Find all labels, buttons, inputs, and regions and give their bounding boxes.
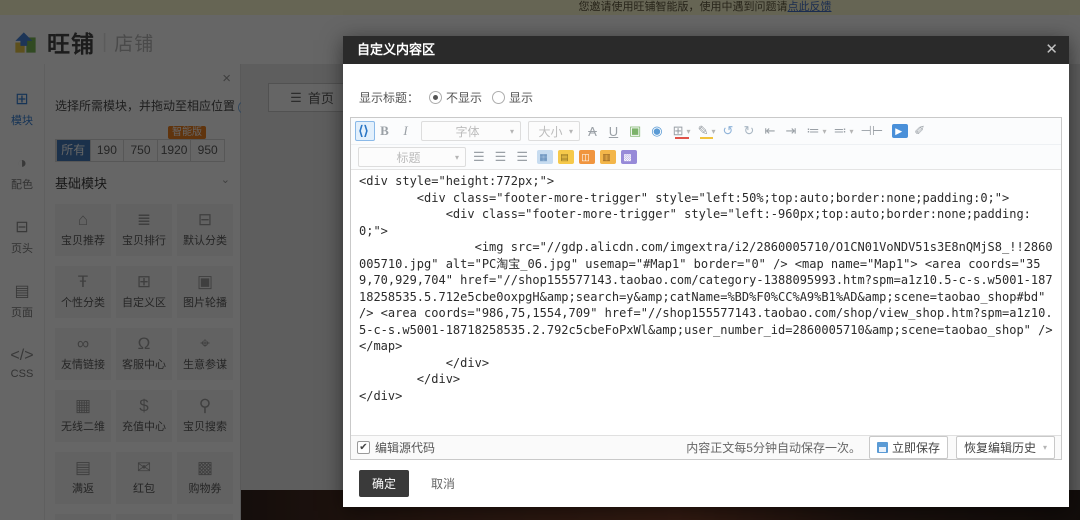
horizontal-rule-button[interactable]: ⊣⊢: [858, 121, 890, 141]
insert-table-button[interactable]: ▦: [536, 150, 553, 164]
redo-button[interactable]: ↻: [740, 121, 760, 141]
editor-footer: ✔ 编辑源代码 内容正文每5分钟自动保存一次。 立即保存 恢复编辑历史 ▾: [351, 435, 1061, 459]
text-color-button[interactable]: ⊞ ▾: [670, 121, 694, 141]
show-title-row: 显示标题： 不显示 显示: [359, 89, 533, 106]
indent-button[interactable]: ⇥: [782, 121, 802, 141]
close-icon[interactable]: ✕: [1045, 36, 1058, 64]
bullet-list-button[interactable]: ≔ ▾: [803, 121, 829, 141]
align-right-button[interactable]: ☰: [513, 147, 534, 167]
numbered-list-button[interactable]: ≕ ▾: [831, 121, 857, 141]
rich-text-editor: ⟨⟩ B I 字体 ▾ 大小 ▾ A U ▣ ◉ ⊞ ▾ ✎ ▾ ↺ ↻ ⇤ ⇥…: [350, 117, 1062, 460]
ok-button[interactable]: 确定: [359, 470, 410, 497]
source-code-button[interactable]: ⟨⟩: [355, 121, 375, 141]
floppy-disk-icon: [876, 442, 888, 453]
font-family-select[interactable]: 字体 ▾: [421, 121, 521, 141]
underline-button[interactable]: U: [605, 121, 625, 141]
custom-module-button-2[interactable]: ◫: [578, 150, 595, 164]
radio-hide-title[interactable]: [429, 91, 443, 104]
font-size-select[interactable]: 大小 ▾: [528, 121, 580, 141]
outdent-button[interactable]: ⇤: [761, 121, 781, 141]
insert-link-button[interactable]: ◉: [648, 121, 668, 141]
insert-image-button[interactable]: ▣: [626, 121, 647, 141]
highlight-color-button[interactable]: ✎ ▾: [695, 121, 719, 141]
restore-history-button[interactable]: 恢复编辑历史 ▾: [955, 436, 1055, 459]
custom-module-button-3[interactable]: ▥: [599, 150, 616, 164]
radio-hide-label: 不显示: [446, 91, 483, 105]
custom-module-button-1[interactable]: ▤: [557, 150, 574, 164]
editor-toolbar-row-2: 标题 ▾ ☰ ☰ ☰ ▦ ▤ ◫ ▥ ▩: [351, 145, 1061, 170]
custom-content-dialog: 自定义内容区 ✕ 显示标题： 不显示 显示 ⟨⟩ B I 字体 ▾ 大小 ▾ A…: [343, 36, 1069, 507]
save-now-button[interactable]: 立即保存: [868, 436, 948, 459]
chevron-down-icon: ▾: [1042, 443, 1047, 452]
custom-module-button-4[interactable]: ▩: [620, 150, 637, 164]
undo-button[interactable]: ↺: [719, 121, 739, 141]
edit-source-checkbox[interactable]: ✔: [357, 441, 370, 454]
show-title-label: 显示标题：: [359, 91, 420, 105]
cancel-button[interactable]: 取消: [431, 475, 455, 492]
radio-show-label: 显示: [509, 91, 534, 105]
dialog-actions: 确定 取消: [359, 470, 455, 497]
align-center-button[interactable]: ☰: [492, 147, 513, 167]
dialog-title: 自定义内容区: [357, 42, 436, 57]
editor-toolbar-row-1: ⟨⟩ B I 字体 ▾ 大小 ▾ A U ▣ ◉ ⊞ ▾ ✎ ▾ ↺ ↻ ⇤ ⇥…: [351, 118, 1061, 145]
source-code-textarea[interactable]: <div style="height:772px;"> <div class="…: [351, 168, 1061, 435]
edit-source-label: 编辑源代码: [375, 441, 436, 455]
dialog-titlebar: 自定义内容区 ✕: [343, 36, 1069, 64]
align-left-button[interactable]: ☰: [470, 147, 491, 167]
radio-show-title[interactable]: [492, 91, 506, 104]
editor-footer-right: 内容正文每5分钟自动保存一次。 立即保存 恢复编辑历史 ▾: [686, 436, 1055, 459]
insert-video-button[interactable]: ▶: [892, 124, 909, 138]
bold-button[interactable]: B: [376, 121, 396, 141]
autosave-text: 内容正文每5分钟自动保存一次。: [686, 441, 861, 455]
remove-format-button[interactable]: ✐: [911, 121, 931, 141]
paragraph-format-select[interactable]: 标题 ▾: [358, 147, 466, 167]
italic-button[interactable]: I: [397, 121, 417, 141]
strikethrough-button[interactable]: A: [584, 121, 604, 141]
